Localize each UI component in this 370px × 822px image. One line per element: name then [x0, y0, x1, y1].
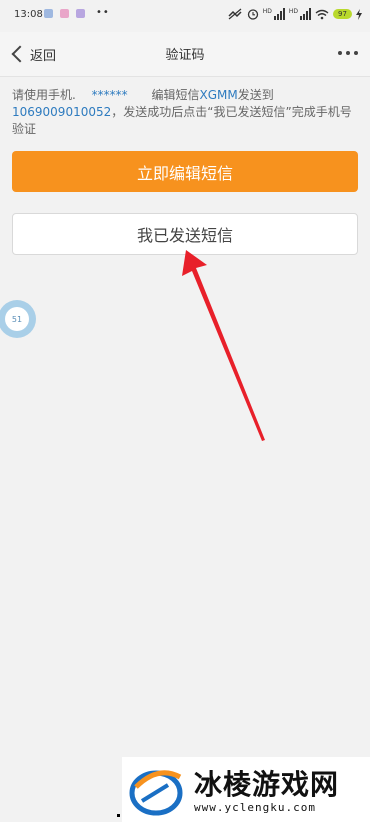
instruction-part: 编辑短信: [151, 88, 200, 102]
edit-sms-button[interactable]: 立即编辑短信: [12, 151, 358, 192]
signal-icon: HD: [289, 8, 311, 20]
more-notifications-icon: ••: [96, 7, 110, 18]
status-time: 13:08: [14, 9, 43, 20]
floating-assistant-button[interactable]: 51: [0, 300, 36, 338]
sms-number: 1069009010052: [12, 105, 112, 119]
more-dots-icon: [338, 51, 342, 55]
charging-icon: [356, 8, 362, 20]
instruction-part: 发送到: [237, 88, 274, 102]
alarm-icon: [247, 9, 258, 20]
battery-level: 97: [338, 10, 347, 18]
watermark-logo-icon: [129, 770, 183, 816]
wifi-icon: [315, 9, 329, 19]
masked-phone: ******: [91, 88, 128, 102]
watermark: 冰棱游戏网 www.yclengku.com: [122, 757, 370, 822]
floating-bubble-label: 51: [11, 314, 23, 324]
notification-icon: [76, 9, 85, 18]
watermark-url: www.yclengku.com: [194, 801, 316, 814]
sms-sent-button[interactable]: 我已发送短信: [12, 213, 358, 255]
bottom-dot: [117, 814, 120, 817]
assistant-face-icon: 51: [5, 307, 29, 331]
battery-icon: 97: [333, 9, 352, 19]
network-type-label: HD: [288, 8, 298, 15]
instruction-part: 请使用手机: [12, 88, 73, 102]
instruction-text: 请使用手机. ****** 编辑短信XGMM发送到 1069009010052，…: [12, 88, 352, 136]
network-type-label: HD: [262, 8, 272, 15]
mute-icon: [228, 8, 242, 20]
status-bar: 13:08 •• HD HD 97: [0, 0, 370, 32]
page-title: 验证码: [165, 48, 205, 63]
notification-icon: [60, 9, 69, 18]
nav-bar: 返回 验证码: [0, 32, 370, 77]
notification-icon: [44, 9, 53, 18]
signal-icon: HD: [263, 8, 285, 20]
sms-keyword: XGMM: [199, 88, 238, 102]
more-options-button[interactable]: [338, 51, 358, 55]
watermark-title: 冰棱游戏网: [194, 768, 340, 801]
